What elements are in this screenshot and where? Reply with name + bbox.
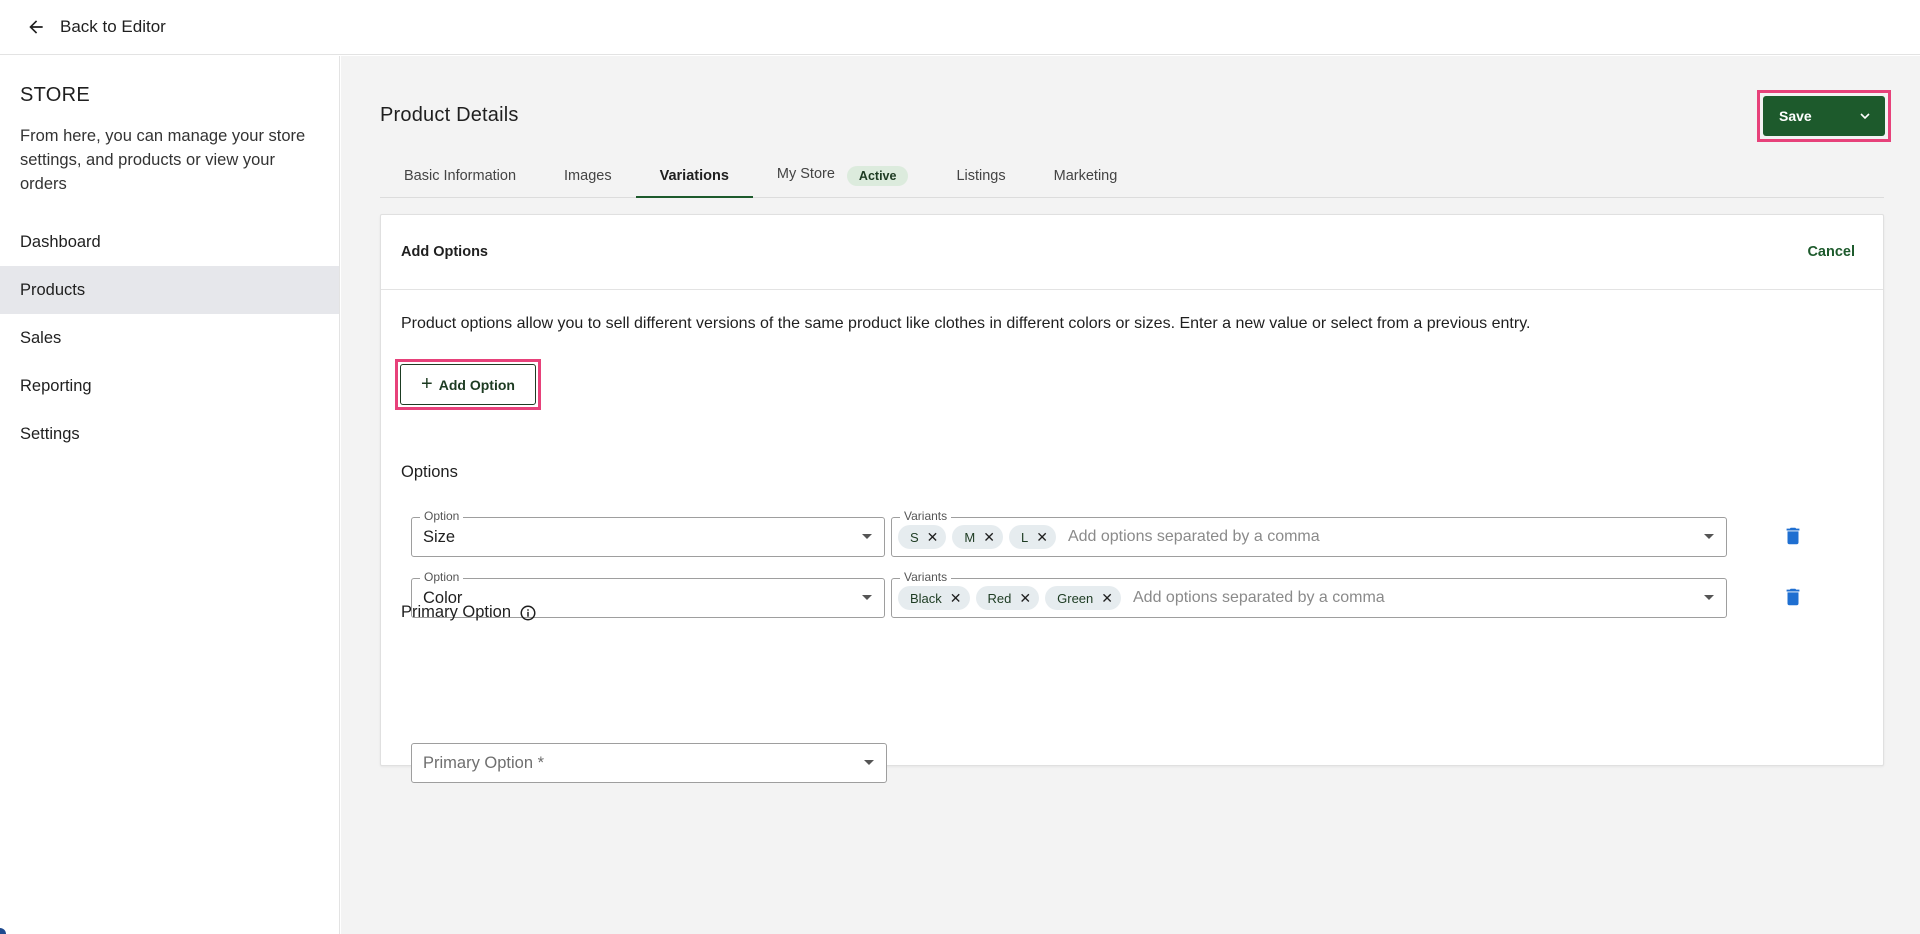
- back-to-editor-link[interactable]: Back to Editor: [26, 17, 166, 37]
- option-legend: Option: [420, 570, 464, 584]
- chevron-down-icon[interactable]: [1704, 534, 1714, 539]
- variant-chip: M ✕: [952, 525, 1003, 549]
- trash-icon[interactable]: [1782, 525, 1804, 547]
- tab-marketing[interactable]: Marketing: [1030, 154, 1142, 197]
- card-title: Add Options: [401, 244, 488, 260]
- chevron-down-icon[interactable]: [1704, 595, 1714, 600]
- chevron-down-icon[interactable]: [862, 595, 872, 600]
- variant-chip: Red ✕: [975, 586, 1040, 610]
- sidebar-item-dashboard[interactable]: Dashboard: [0, 218, 339, 266]
- variants-legend: Variants: [900, 509, 952, 523]
- sidebar-item-sales[interactable]: Sales: [0, 314, 339, 362]
- corner-decoration: [0, 928, 6, 934]
- tab-basic-information[interactable]: Basic Information: [380, 154, 540, 197]
- variant-chip-label: Black: [910, 590, 942, 606]
- variant-chips: S ✕ M ✕ L ✕: [892, 525, 1588, 549]
- primary-option-placeholder: Primary Option *: [423, 753, 545, 772]
- trash-icon[interactable]: [1782, 586, 1804, 608]
- cancel-button[interactable]: Cancel: [1807, 244, 1855, 260]
- variants-legend: Variants: [900, 570, 952, 584]
- options-heading: Options: [401, 463, 458, 481]
- card-description: Product options allow you to sell differ…: [401, 315, 1531, 332]
- primary-option-label: Primary Option: [401, 603, 512, 621]
- close-icon[interactable]: ✕: [1036, 530, 1048, 544]
- variant-chip-label: S: [910, 529, 919, 545]
- add-options-card: Add Options Cancel Product options allow…: [380, 214, 1884, 783]
- close-icon[interactable]: ✕: [983, 530, 995, 544]
- arrow-left-icon: [29, 20, 43, 34]
- variant-chip-label: Red: [987, 590, 1012, 606]
- sidebar-item-settings[interactable]: Settings: [0, 410, 339, 458]
- tab-variations[interactable]: Variations: [635, 154, 754, 198]
- variant-chip-label: M: [964, 529, 976, 545]
- variant-chip-label: L: [1020, 529, 1029, 545]
- add-option-button[interactable]: + Add Option: [400, 364, 536, 405]
- close-icon[interactable]: ✕: [950, 591, 962, 605]
- main-content: Product Details Save Basic Information I…: [341, 56, 1920, 934]
- close-icon[interactable]: ✕: [927, 530, 939, 544]
- tab-images[interactable]: Images: [540, 154, 636, 197]
- variant-chip: L ✕: [1008, 525, 1056, 549]
- variant-chip: S ✕: [898, 525, 947, 549]
- add-option-label: Add Option: [438, 376, 515, 393]
- close-icon[interactable]: ✕: [1019, 591, 1031, 605]
- product-tabs: Basic Information Images Variations My S…: [380, 154, 1884, 198]
- sidebar-title: STORE: [20, 84, 91, 106]
- tab-my-store[interactable]: My Store Active: [753, 154, 933, 197]
- variants-field-size[interactable]: Variants S ✕ M ✕ L ✕: [891, 509, 1727, 557]
- chevron-down-icon[interactable]: [864, 760, 874, 765]
- sidebar-item-products[interactable]: Products: [0, 266, 339, 314]
- plus-icon: +: [421, 372, 433, 395]
- info-icon[interactable]: [519, 604, 537, 622]
- save-label: Save: [1779, 108, 1812, 124]
- primary-option-select[interactable]: Primary Option *: [411, 743, 887, 783]
- variants-field-color[interactable]: Variants Black ✕ Red ✕ Green ✕: [891, 570, 1727, 618]
- status-badge: Active: [846, 165, 909, 186]
- save-highlight: Save: [1757, 90, 1891, 142]
- close-icon[interactable]: ✕: [1101, 591, 1113, 605]
- page-title: Product Details: [380, 104, 519, 126]
- variants-input[interactable]: [1133, 589, 1653, 607]
- variants-input[interactable]: [1067, 528, 1588, 546]
- sidebar: STORE From here, you can manage your sto…: [0, 56, 340, 934]
- primary-option-heading: Primary Option: [401, 603, 537, 622]
- sidebar-nav: Dashboard Products Sales Reporting Setti…: [0, 218, 339, 458]
- variant-chip: Black ✕: [898, 586, 970, 610]
- option-legend: Option: [420, 509, 464, 523]
- sidebar-description: From here, you can manage your store set…: [20, 127, 306, 193]
- tab-my-store-label: My Store: [776, 165, 835, 182]
- tab-listings[interactable]: Listings: [932, 154, 1029, 197]
- variant-chip-label: Green: [1057, 590, 1094, 606]
- chevron-down-icon[interactable]: [862, 534, 872, 539]
- option-value: Size: [423, 527, 456, 546]
- option-select-size[interactable]: Option Size: [411, 509, 885, 557]
- top-bar: Back to Editor: [0, 0, 1920, 55]
- card-header: Add Options Cancel: [381, 215, 1883, 290]
- variant-chip: Green ✕: [1045, 586, 1121, 610]
- add-option-highlight: + Add Option: [395, 359, 541, 410]
- sidebar-item-reporting[interactable]: Reporting: [0, 362, 339, 410]
- back-to-editor-label: Back to Editor: [60, 17, 166, 36]
- variant-chips: Black ✕ Red ✕ Green ✕: [892, 586, 1653, 610]
- chevron-down-icon[interactable]: [1859, 110, 1871, 122]
- save-button[interactable]: Save: [1763, 96, 1885, 136]
